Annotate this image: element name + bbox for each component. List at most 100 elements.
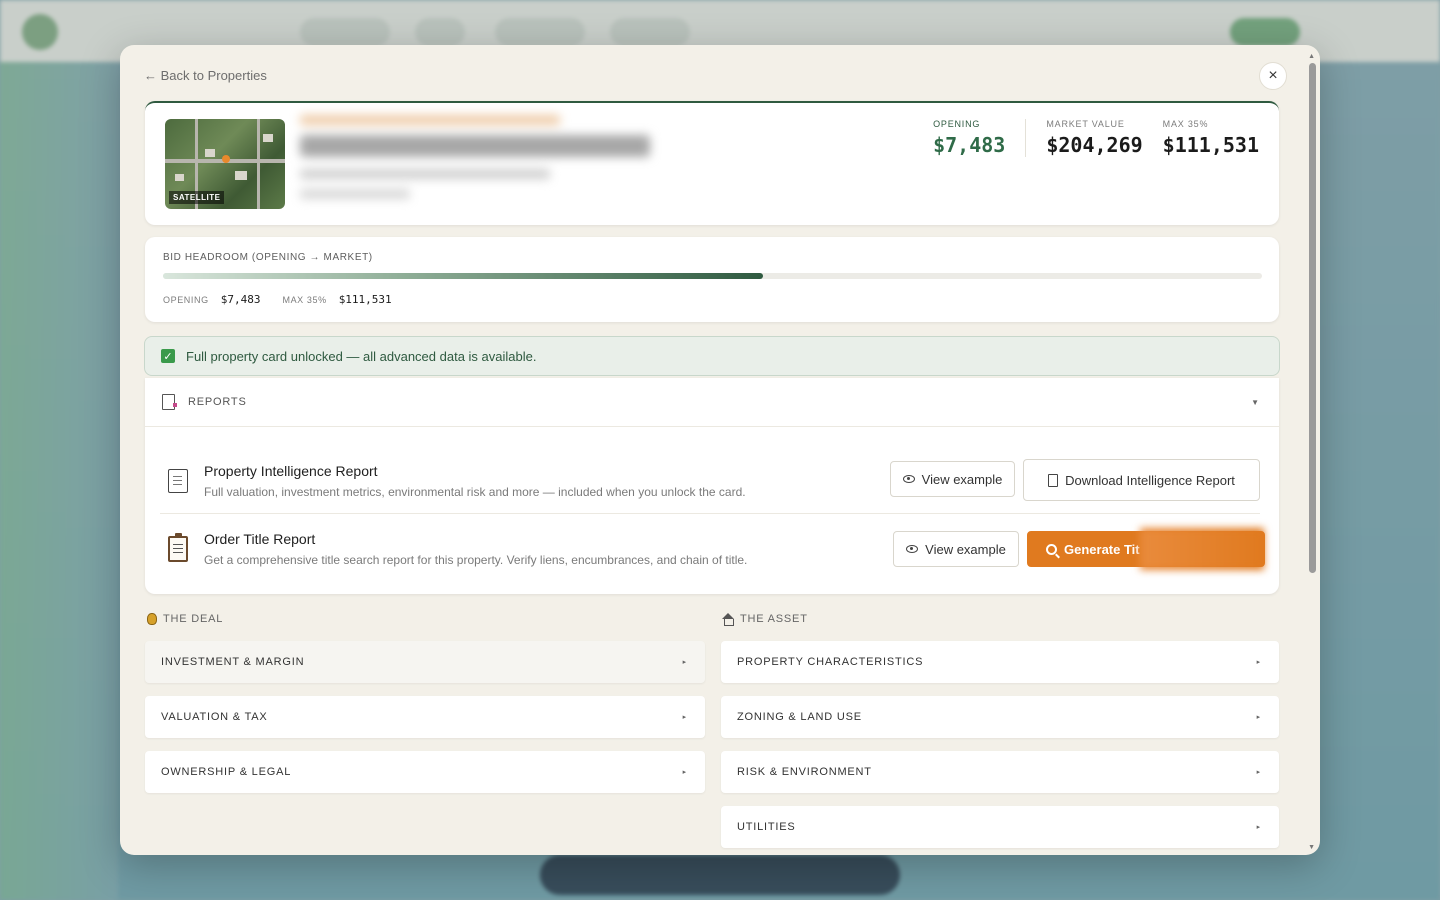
unlocked-banner: ✓ Full property card unlocked — all adva… (144, 336, 1280, 376)
metric-label: OPENING (933, 119, 981, 129)
redacted-address-block (300, 115, 650, 199)
headroom-opening-value: $7,483 (220, 293, 261, 306)
accordion-label: VALUATION & TAX (161, 711, 268, 723)
report-item-title: Order Title Report Get a comprehensive t… (160, 516, 1265, 582)
accordion-investment-margin[interactable]: INVESTMENT & MARGIN ▸ (145, 641, 705, 683)
reports-panel: REPORTS ▼ Property Intelligence Report F… (145, 378, 1279, 594)
button-label: View example (925, 541, 1006, 557)
headroom-title: BID HEADROOM (OPENING → MARKET) (163, 252, 373, 263)
caret-down-icon[interactable]: ▼ (1251, 398, 1259, 407)
document-icon (1048, 473, 1059, 487)
clipboard-icon (168, 533, 188, 562)
view-example-button[interactable]: View example (893, 531, 1019, 567)
property-modal: ▲ ▼ ← Back to Properties × SATELLITE OPE… (120, 45, 1320, 855)
reports-header[interactable]: REPORTS ▼ (145, 378, 1279, 427)
metric-market-value: MARKET VALUE $204,269 (1025, 119, 1162, 157)
background-nav-item (415, 18, 465, 46)
satellite-thumbnail[interactable]: SATELLITE (165, 119, 285, 209)
button-label: Generate Tit (1064, 541, 1140, 557)
report-description: Get a comprehensive title search report … (204, 553, 748, 567)
redacted-price (1140, 528, 1264, 570)
redacted-line (300, 115, 560, 125)
accordion-label: OWNERSHIP & LEGAL (161, 766, 292, 778)
icon-line (173, 544, 183, 545)
icon-line (173, 552, 183, 553)
price-metrics: OPENING $7,483 MARKET VALUE $204,269 MAX… (933, 119, 1259, 157)
headroom-opening-label: OPENING (163, 295, 209, 305)
document-icon (168, 468, 188, 493)
accordion-label: ZONING & LAND USE (737, 711, 862, 723)
report-title: Order Title Report (204, 531, 316, 547)
chevron-right-icon: ▸ (1256, 714, 1261, 721)
chevron-right-icon: ▸ (1256, 659, 1261, 666)
magnifier-icon (1046, 543, 1057, 555)
accordion-property-characteristics[interactable]: PROPERTY CHARACTERISTICS ▸ (721, 641, 1279, 683)
background-dock (540, 855, 900, 895)
section-title: THE ASSET (740, 613, 808, 625)
property-summary-card: SATELLITE OPENING $7,483 MARKET VALUE $2… (145, 101, 1279, 225)
icon-line (173, 479, 182, 481)
accordion-valuation-tax[interactable]: VALUATION & TAX ▸ (145, 696, 705, 738)
accordion-risk-environment[interactable]: RISK & ENVIRONMENT ▸ (721, 751, 1279, 793)
chevron-right-icon: ▸ (1256, 824, 1261, 831)
headroom-progress-fill (163, 273, 764, 279)
report-description: Full valuation, investment metrics, envi… (204, 484, 746, 499)
scroll-up-arrow[interactable]: ▲ (1308, 53, 1315, 60)
metric-label: MAX 35% (1162, 119, 1209, 129)
icon-line (173, 483, 182, 485)
eye-icon (902, 475, 915, 483)
the-deal-heading: THE DEAL (147, 613, 223, 625)
chevron-right-icon: ▸ (682, 659, 687, 666)
accordion-label: INVESTMENT & MARGIN (161, 656, 305, 668)
house-icon (722, 613, 734, 626)
accordion-utilities[interactable]: UTILITIES ▸ (721, 806, 1279, 848)
headroom-values: OPENING $7,483 MAX 35% $111,531 (163, 293, 402, 306)
accordion-label: PROPERTY CHARACTERISTICS (737, 656, 924, 668)
map-building (205, 149, 215, 157)
background-button (1230, 18, 1300, 46)
money-bag-icon (147, 613, 157, 625)
eye-icon (906, 545, 919, 553)
accordion-ownership-legal[interactable]: OWNERSHIP & LEGAL ▸ (145, 751, 705, 793)
the-asset-heading: THE ASSET (722, 613, 808, 626)
metric-value: $204,269 (1046, 133, 1143, 157)
metric-label: MARKET VALUE (1046, 119, 1125, 129)
chevron-right-icon: ▸ (1256, 769, 1261, 776)
button-label: Download Intelligence Report (1065, 472, 1235, 488)
view-example-button[interactable]: View example (890, 461, 1015, 497)
document-icon (162, 394, 177, 410)
button-label: View example (921, 471, 1003, 487)
location-pin-icon (222, 155, 230, 163)
chevron-right-icon: ▸ (682, 714, 687, 721)
download-intelligence-report-button[interactable]: Download Intelligence Report (1023, 459, 1260, 501)
metric-value: $7,483 (933, 133, 1006, 157)
checkmark-icon: ✓ (161, 349, 175, 363)
background-nav-item (610, 18, 690, 46)
background-panel (0, 62, 118, 900)
background-logo (22, 14, 58, 50)
close-button[interactable]: × (1259, 62, 1287, 90)
accordion-label: UTILITIES (737, 821, 796, 833)
redacted-line (300, 169, 550, 179)
report-title: Property Intelligence Report (204, 462, 378, 479)
back-to-properties-link[interactable]: ← Back to Properties (144, 68, 267, 83)
accordion-label: RISK & ENVIRONMENT (737, 766, 872, 778)
accordion-zoning-land-use[interactable]: ZONING & LAND USE ▸ (721, 696, 1279, 738)
scrollbar-thumb[interactable] (1309, 63, 1316, 573)
scroll-down-arrow[interactable]: ▼ (1308, 844, 1315, 851)
redacted-line (300, 135, 650, 157)
unlocked-message: Full property card unlocked — all advanc… (186, 348, 537, 364)
icon-line (173, 475, 182, 477)
icon-line (173, 548, 183, 549)
map-building (235, 171, 247, 180)
metric-max: MAX 35% $111,531 (1163, 119, 1259, 157)
headroom-max-value: $111,531 (338, 293, 392, 306)
metric-value: $111,531 (1162, 133, 1259, 157)
bid-headroom-card: BID HEADROOM (OPENING → MARKET) OPENING … (145, 237, 1279, 322)
generate-title-report-button[interactable]: Generate Tit (1027, 528, 1265, 570)
metric-opening: OPENING $7,483 (933, 119, 1025, 157)
report-item-intelligence: Property Intelligence Report Full valuat… (160, 448, 1260, 514)
satellite-label: SATELLITE (169, 191, 225, 204)
reports-title: REPORTS (188, 396, 247, 408)
redacted-line (300, 189, 410, 199)
